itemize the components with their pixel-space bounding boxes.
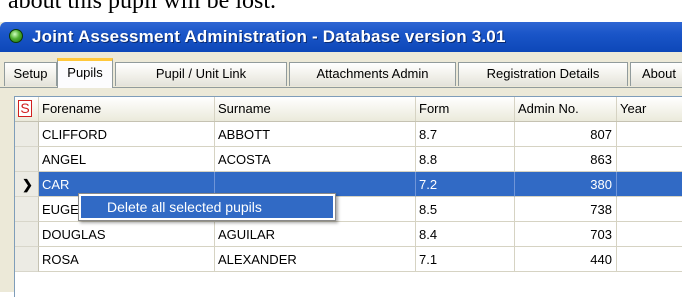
document-text-fragment: about this pupil will be lost. [8,0,276,14]
cell-forename[interactable]: ANGEL [39,147,215,172]
row-selector[interactable] [15,147,39,172]
cell-form[interactable]: 8.4 [416,222,515,247]
cell-admin-no[interactable]: 703 [515,222,617,247]
window-title: Joint Assessment Administration - Databa… [32,27,506,46]
table-row[interactable]: CLIFFORD ABBOTT 8.7 807 [15,122,682,147]
cell-year[interactable] [617,122,682,147]
cell-admin-no[interactable]: 738 [515,197,617,222]
cell-form[interactable]: 8.7 [416,122,515,147]
tab-attachments-admin[interactable]: Attachments Admin [289,62,456,86]
table-row[interactable]: ROSA ALEXANDER 7.1 440 [15,247,682,272]
cell-year[interactable] [617,172,682,197]
column-header-year[interactable]: Year [617,97,682,121]
tab-pupil-unit-link[interactable]: Pupil / Unit Link [115,62,287,86]
cell-surname[interactable]: ALEXANDER [215,247,416,272]
row-selector[interactable] [15,197,39,222]
select-all-cell[interactable]: S [15,97,39,121]
tab-setup[interactable]: Setup [4,62,57,86]
cell-form[interactable]: 7.1 [416,247,515,272]
cell-surname[interactable]: ABBOTT [215,122,416,147]
cell-admin-no[interactable]: 863 [515,147,617,172]
app-window: Joint Assessment Administration - Databa… [0,22,682,297]
cell-admin-no[interactable]: 807 [515,122,617,147]
cell-admin-no[interactable]: 380 [515,172,617,197]
tab-registration-details[interactable]: Registration Details [458,62,628,86]
column-header-forename[interactable]: Forename [39,97,215,121]
row-selector[interactable] [15,222,39,247]
table-row[interactable]: DOUGLAS AGUILAR 8.4 703 [15,222,682,247]
cell-form[interactable]: 8.5 [416,197,515,222]
cell-year[interactable] [617,247,682,272]
cell-surname[interactable]: ACOSTA [215,147,416,172]
cell-surname[interactable]: AGUILAR [215,222,416,247]
app-status-icon [9,29,23,43]
current-row-pointer-icon: ❯ [22,177,33,192]
row-selector[interactable] [15,122,39,147]
cell-forename[interactable]: ROSA [39,247,215,272]
column-header-surname[interactable]: Surname [215,97,416,121]
column-header-admin-no[interactable]: Admin No. [515,97,617,121]
row-selector[interactable]: ❯ [15,172,39,197]
tab-pupils[interactable]: Pupils [57,58,113,88]
cell-forename[interactable]: CLIFFORD [39,122,215,147]
tab-bar: Setup Pupils Pupil / Unit Link Attachmen… [0,58,682,88]
column-header-form[interactable]: Form [416,97,515,121]
cell-admin-no[interactable]: 440 [515,247,617,272]
tab-about[interactable]: About [630,62,682,86]
cell-form[interactable]: 7.2 [416,172,515,197]
grid-header: S Forename Surname Form Admin No. Year [15,97,682,122]
title-bar[interactable]: Joint Assessment Administration - Databa… [0,22,682,52]
row-selector[interactable] [15,247,39,272]
context-menu: Delete all selected pupils [78,193,336,221]
cell-year[interactable] [617,147,682,172]
cell-forename[interactable]: DOUGLAS [39,222,215,247]
menu-item-delete-selected-pupils[interactable]: Delete all selected pupils [81,196,333,218]
table-row[interactable]: ANGEL ACOSTA 8.8 863 [15,147,682,172]
cell-year[interactable] [617,197,682,222]
cell-year[interactable] [617,222,682,247]
selector-icon[interactable]: S [18,100,32,117]
cell-form[interactable]: 8.8 [416,147,515,172]
